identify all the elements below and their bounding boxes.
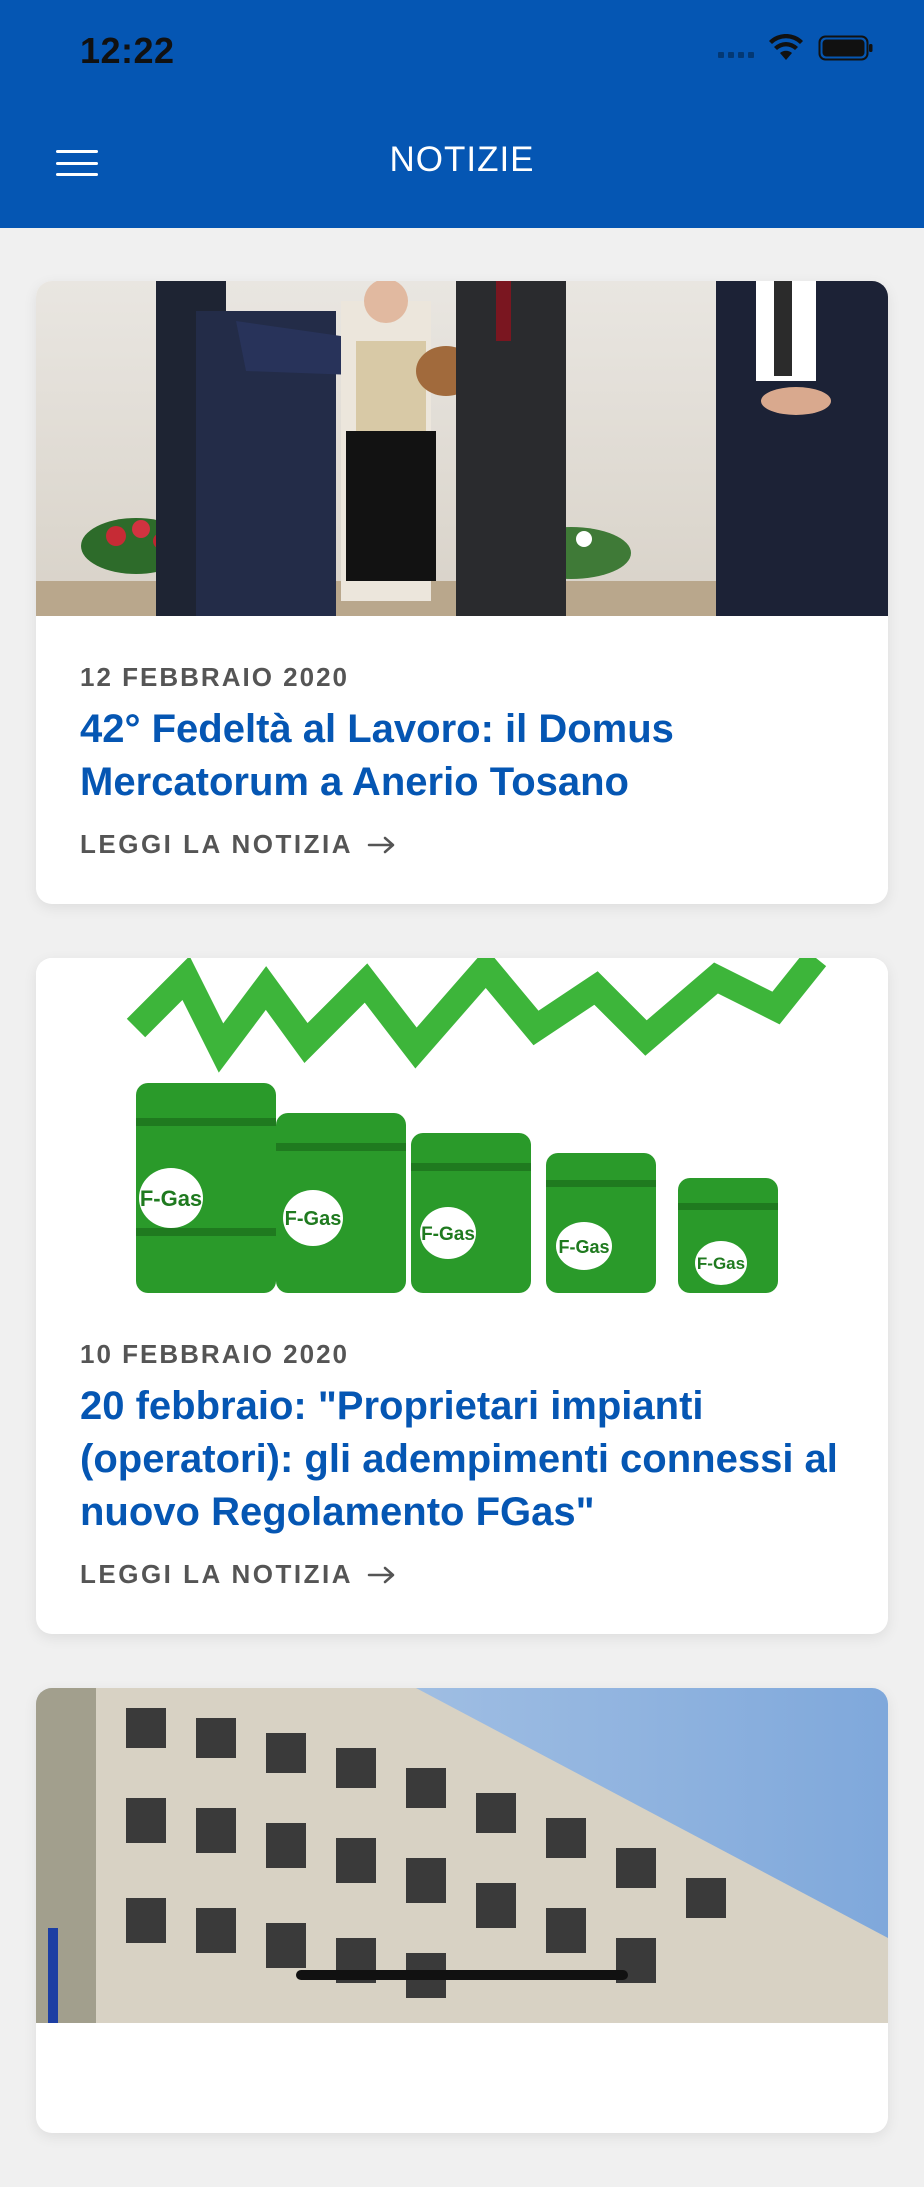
page-title: NOTIZIE — [389, 140, 535, 179]
battery-icon — [818, 34, 874, 62]
arrow-right-icon — [367, 836, 395, 853]
read-more-label: LEGGI LA NOTIZIA — [80, 829, 354, 859]
barrel-label: F-Gas — [140, 1186, 202, 1211]
barrel-label: F-Gas — [421, 1224, 475, 1245]
barrel-label: F-Gas — [697, 1254, 745, 1273]
news-feed: 12 FEBBRAIO 2020 42° Fedeltà al Lavoro: … — [36, 281, 888, 2187]
signal-icon — [718, 38, 754, 58]
app-header: 12:22 NOTIZIE — [0, 0, 924, 228]
barrel-label: F-Gas — [285, 1208, 342, 1230]
news-image-award-ceremony — [36, 281, 888, 616]
news-card[interactable]: F-Gas F-Gas F-Gas F-Gas F-Gas 10 FEBBRAI… — [36, 958, 888, 1634]
read-more-label: LEGGI LA NOTIZIA — [80, 1559, 354, 1589]
news-card[interactable]: 12 FEBBRAIO 2020 42° Fedeltà al Lavoro: … — [36, 281, 888, 904]
news-card[interactable] — [36, 1688, 888, 2133]
news-title[interactable]: 20 febbraio: "Proprietari impianti (oper… — [80, 1380, 844, 1539]
home-indicator[interactable] — [296, 1970, 628, 1980]
read-more-link[interactable]: LEGGI LA NOTIZIA — [80, 829, 844, 860]
status-icons — [718, 34, 874, 62]
status-time: 12:22 — [80, 30, 175, 71]
read-more-link[interactable]: LEGGI LA NOTIZIA — [80, 1559, 844, 1590]
news-title[interactable]: 42° Fedeltà al Lavoro: il Domus Mercator… — [80, 703, 844, 809]
barrel-label: F-Gas — [558, 1237, 609, 1257]
news-image-fgas-barrels: F-Gas F-Gas F-Gas F-Gas F-Gas — [36, 958, 888, 1293]
arrow-right-icon — [367, 1566, 395, 1583]
wifi-icon — [768, 34, 804, 62]
news-date: 12 FEBBRAIO 2020 — [80, 662, 349, 692]
news-date: 10 FEBBRAIO 2020 — [80, 1339, 349, 1369]
